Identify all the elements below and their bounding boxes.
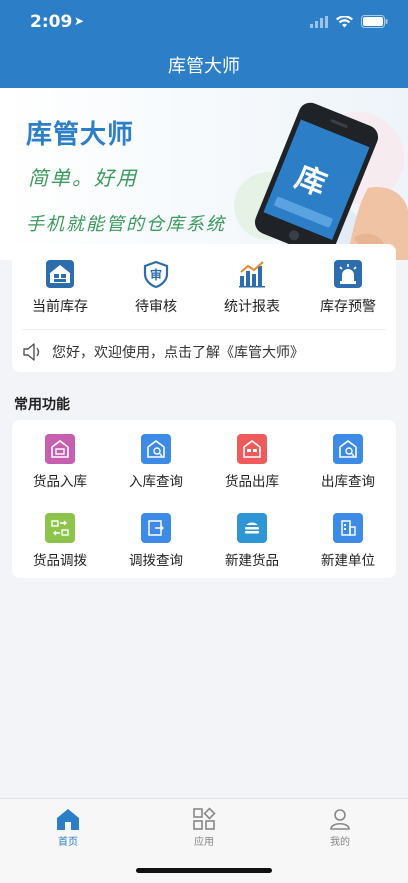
tab-home[interactable]: 首页 (0, 799, 136, 883)
goods-transfer-icon (45, 513, 75, 543)
divider (22, 329, 386, 330)
current-stock-button[interactable]: 当前库存 (12, 244, 108, 328)
review-shield-icon: 审 (143, 260, 169, 288)
section-title: 常用功能 (14, 397, 70, 413)
function-label: 货品调拨 (33, 553, 87, 569)
welcome-notice[interactable]: 您好，欢迎使用，点击了解《库管大师》 (22, 340, 304, 364)
function-label: 货品入库 (33, 474, 87, 490)
quick-action-label: 统计报表 (224, 299, 280, 315)
home-icon (57, 809, 79, 830)
notice-text: 您好，欢迎使用，点击了解《库管大师》 (52, 345, 304, 361)
function-label: 调拨查询 (129, 553, 183, 569)
quick-action-label: 库存预警 (320, 299, 376, 315)
status-time: 2:09 (30, 12, 73, 32)
new-goods-icon (237, 513, 267, 543)
home-indicator (136, 868, 272, 873)
stock-alert-button[interactable]: 库存预警 (300, 244, 396, 328)
phone-in-hand-image: 库 (234, 102, 408, 260)
status-bar: 2:09 ➤ (0, 12, 408, 34)
goods-transfer-button[interactable]: 货品调拨 (12, 499, 108, 578)
tab-label: 首页 (58, 837, 78, 848)
speaker-icon (23, 343, 40, 361)
pending-review-button[interactable]: 审 待审核 (108, 244, 204, 328)
new-goods-button[interactable]: 新建货品 (204, 499, 300, 578)
svg-text:审: 审 (150, 267, 162, 282)
inbound-query-button[interactable]: 入库查询 (108, 420, 204, 499)
goods-outbound-icon (237, 434, 267, 464)
tab-label: 我的 (330, 837, 350, 848)
battery-icon (361, 15, 388, 28)
inbound-query-icon (141, 434, 171, 464)
top-bar: 2:09 ➤ 库管大师 (0, 0, 408, 88)
outbound-query-button[interactable]: 出库查询 (300, 420, 396, 499)
page-title: 库管大师 (168, 56, 240, 77)
profile-icon (330, 809, 350, 830)
common-functions-card: 货品入库 入库查询 货品出库 出库查询 货品调拨 调拨查询 新建货品 新建单位 (12, 420, 396, 578)
transfer-query-icon (141, 513, 171, 543)
quick-action-label: 当前库存 (32, 299, 88, 315)
transfer-query-button[interactable]: 调拨查询 (108, 499, 204, 578)
function-label: 入库查询 (129, 474, 183, 490)
banner-tagline: 手机就能管的仓库系统 (26, 214, 226, 235)
function-label: 出库查询 (321, 474, 375, 490)
bar-chart-icon (239, 261, 265, 288)
function-label: 货品出库 (225, 474, 279, 490)
quick-actions-card: 当前库存 审 待审核 统计报表 库存预警 您好，欢迎使用，点击了解《库管大师》 (12, 244, 396, 372)
new-unit-icon (333, 513, 363, 543)
function-label: 新建货品 (225, 553, 279, 569)
goods-outbound-button[interactable]: 货品出库 (204, 420, 300, 499)
statistics-report-button[interactable]: 统计报表 (204, 244, 300, 328)
promo-banner[interactable]: 库管大师 简单。好用 手机就能管的仓库系统 库 (0, 88, 408, 260)
banner-title: 库管大师 (26, 120, 135, 150)
quick-action-label: 待审核 (135, 299, 177, 315)
outbound-query-icon (333, 434, 363, 464)
location-arrow-icon: ➤ (74, 14, 85, 28)
status-icons (310, 15, 388, 28)
alarm-light-icon (334, 260, 362, 288)
tab-label: 应用 (194, 837, 214, 848)
apps-icon (193, 807, 216, 830)
tab-profile[interactable]: 我的 (272, 799, 408, 883)
goods-inbound-button[interactable]: 货品入库 (12, 420, 108, 499)
new-unit-button[interactable]: 新建单位 (300, 499, 396, 578)
signal-icon (310, 15, 328, 28)
wifi-icon (336, 15, 353, 27)
banner-subtitle: 简单。好用 (28, 166, 138, 190)
goods-inbound-icon (45, 434, 75, 464)
function-label: 新建单位 (321, 553, 375, 569)
warehouse-icon (46, 260, 74, 288)
